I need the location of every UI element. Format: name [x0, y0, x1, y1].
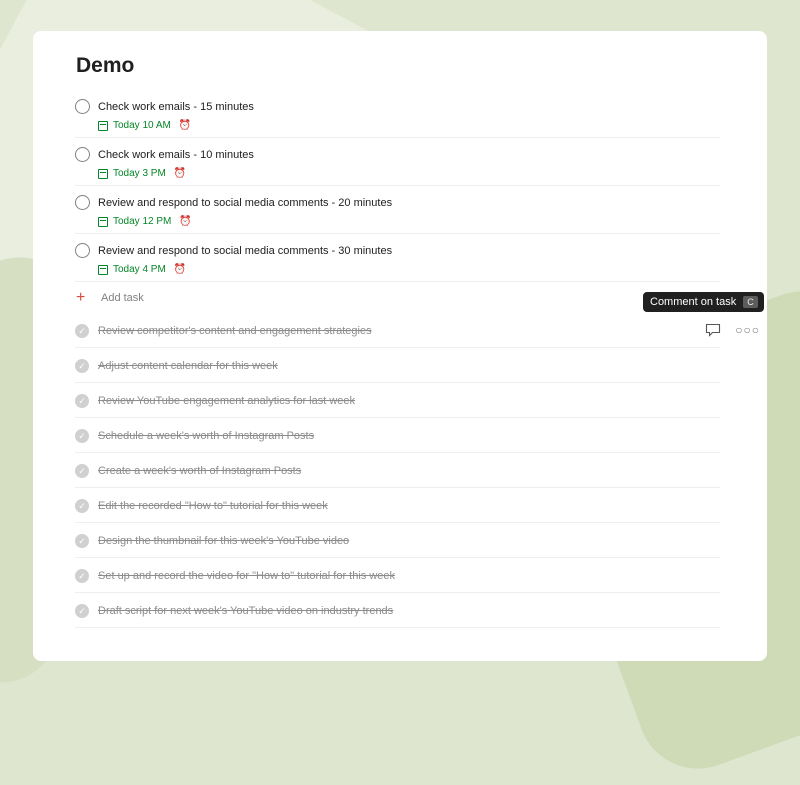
checked-icon[interactable]: ✓ [75, 464, 89, 478]
calendar-icon [98, 216, 108, 227]
complete-checkbox[interactable] [75, 243, 90, 258]
page-title: Demo [76, 54, 135, 77]
completed-task-title[interactable]: Adjust content calendar for this week [98, 360, 278, 372]
tooltip-label: Comment on task [650, 296, 737, 308]
completed-task-title[interactable]: Schedule a week's worth of Instagram Pos… [98, 430, 314, 442]
keyboard-shortcut: C [743, 296, 758, 308]
completed-task-item[interactable]: ✓ Design the thumbnail for this week's Y… [75, 523, 720, 558]
task-title[interactable]: Review and respond to social media comme… [98, 245, 392, 257]
completed-task-title[interactable]: Edit the recorded "How to" tutorial for … [98, 500, 328, 512]
due-date-label: Today 3 PM [113, 168, 166, 179]
checked-icon[interactable]: ✓ [75, 534, 89, 548]
completed-task-title[interactable]: Review YouTube engagement analytics for … [98, 395, 355, 407]
checked-icon[interactable]: ✓ [75, 359, 89, 373]
due-date-label: Today 4 PM [113, 264, 166, 275]
complete-checkbox[interactable] [75, 195, 90, 210]
plus-icon: + [76, 289, 86, 306]
project-panel: Demo Check work emails - 15 minutes Toda… [33, 31, 767, 661]
completed-task-item[interactable]: ✓ Adjust content calendar for this week [75, 348, 720, 383]
alarm-icon: ⏰ [173, 264, 187, 275]
completed-task-title[interactable]: Create a week's worth of Instagram Posts [98, 465, 301, 477]
checked-icon[interactable]: ✓ [75, 499, 89, 513]
comment-tooltip: Comment on task C [643, 292, 764, 312]
alarm-icon: ⏰ [173, 168, 187, 179]
completed-task-title[interactable]: Design the thumbnail for this week's You… [98, 535, 349, 547]
calendar-icon [98, 168, 108, 179]
checked-icon[interactable]: ✓ [75, 429, 89, 443]
task-title[interactable]: Review and respond to social media comme… [98, 197, 392, 209]
completed-task-item[interactable]: ✓ Edit the recorded "How to" tutorial fo… [75, 488, 720, 523]
task-item[interactable]: Review and respond to social media comme… [75, 235, 720, 282]
due-date[interactable]: Today 4 PM ⏰ [98, 264, 186, 275]
add-task-label: Add task [101, 292, 144, 304]
completed-task-title[interactable]: Draft script for next week's YouTube vid… [98, 605, 393, 617]
task-item[interactable]: Review and respond to social media comme… [75, 187, 720, 234]
task-title[interactable]: Check work emails - 10 minutes [98, 149, 254, 161]
completed-task-item[interactable]: ✓ Set up and record the video for "How t… [75, 558, 720, 593]
complete-checkbox[interactable] [75, 99, 90, 114]
alarm-icon: ⏰ [178, 120, 192, 131]
due-date[interactable]: Today 12 PM ⏰ [98, 216, 192, 227]
due-date[interactable]: Today 10 AM ⏰ [98, 120, 191, 131]
completed-task-title[interactable]: Review competitor's content and engageme… [98, 325, 372, 337]
completed-task-item[interactable]: ✓ Schedule a week's worth of Instagram P… [75, 418, 720, 453]
calendar-icon [98, 120, 108, 131]
complete-checkbox[interactable] [75, 147, 90, 162]
alarm-icon: ⏰ [179, 216, 192, 227]
task-item[interactable]: Check work emails - 10 minutes Today 3 P… [75, 139, 720, 186]
checked-icon[interactable]: ✓ [75, 604, 89, 618]
checked-icon[interactable]: ✓ [75, 394, 89, 408]
task-title[interactable]: Check work emails - 15 minutes [98, 101, 254, 113]
completed-task-item[interactable]: ✓ Review YouTube engagement analytics fo… [75, 383, 720, 418]
due-date-label: Today 10 AM [113, 120, 171, 131]
completed-task-item[interactable]: ✓ Create a week's worth of Instagram Pos… [75, 453, 720, 488]
checked-icon[interactable]: ✓ [75, 569, 89, 583]
calendar-icon [98, 264, 108, 275]
completed-task-item[interactable]: ✓ Draft script for next week's YouTube v… [75, 593, 720, 628]
add-task-button[interactable]: + Add task [75, 283, 720, 313]
comment-icon[interactable] [705, 323, 721, 337]
due-date[interactable]: Today 3 PM ⏰ [98, 168, 186, 179]
row-actions: ○○○ [705, 323, 760, 337]
checked-icon[interactable]: ✓ [75, 324, 89, 338]
more-options-icon[interactable]: ○○○ [735, 324, 760, 336]
task-list: Check work emails - 15 minutes Today 10 … [75, 91, 759, 628]
completed-task-item[interactable]: ✓ Review competitor's content and engage… [75, 313, 759, 348]
due-date-label: Today 12 PM [113, 216, 172, 227]
task-item[interactable]: Check work emails - 15 minutes Today 10 … [75, 91, 720, 138]
completed-task-title[interactable]: Set up and record the video for "How to"… [98, 570, 395, 582]
